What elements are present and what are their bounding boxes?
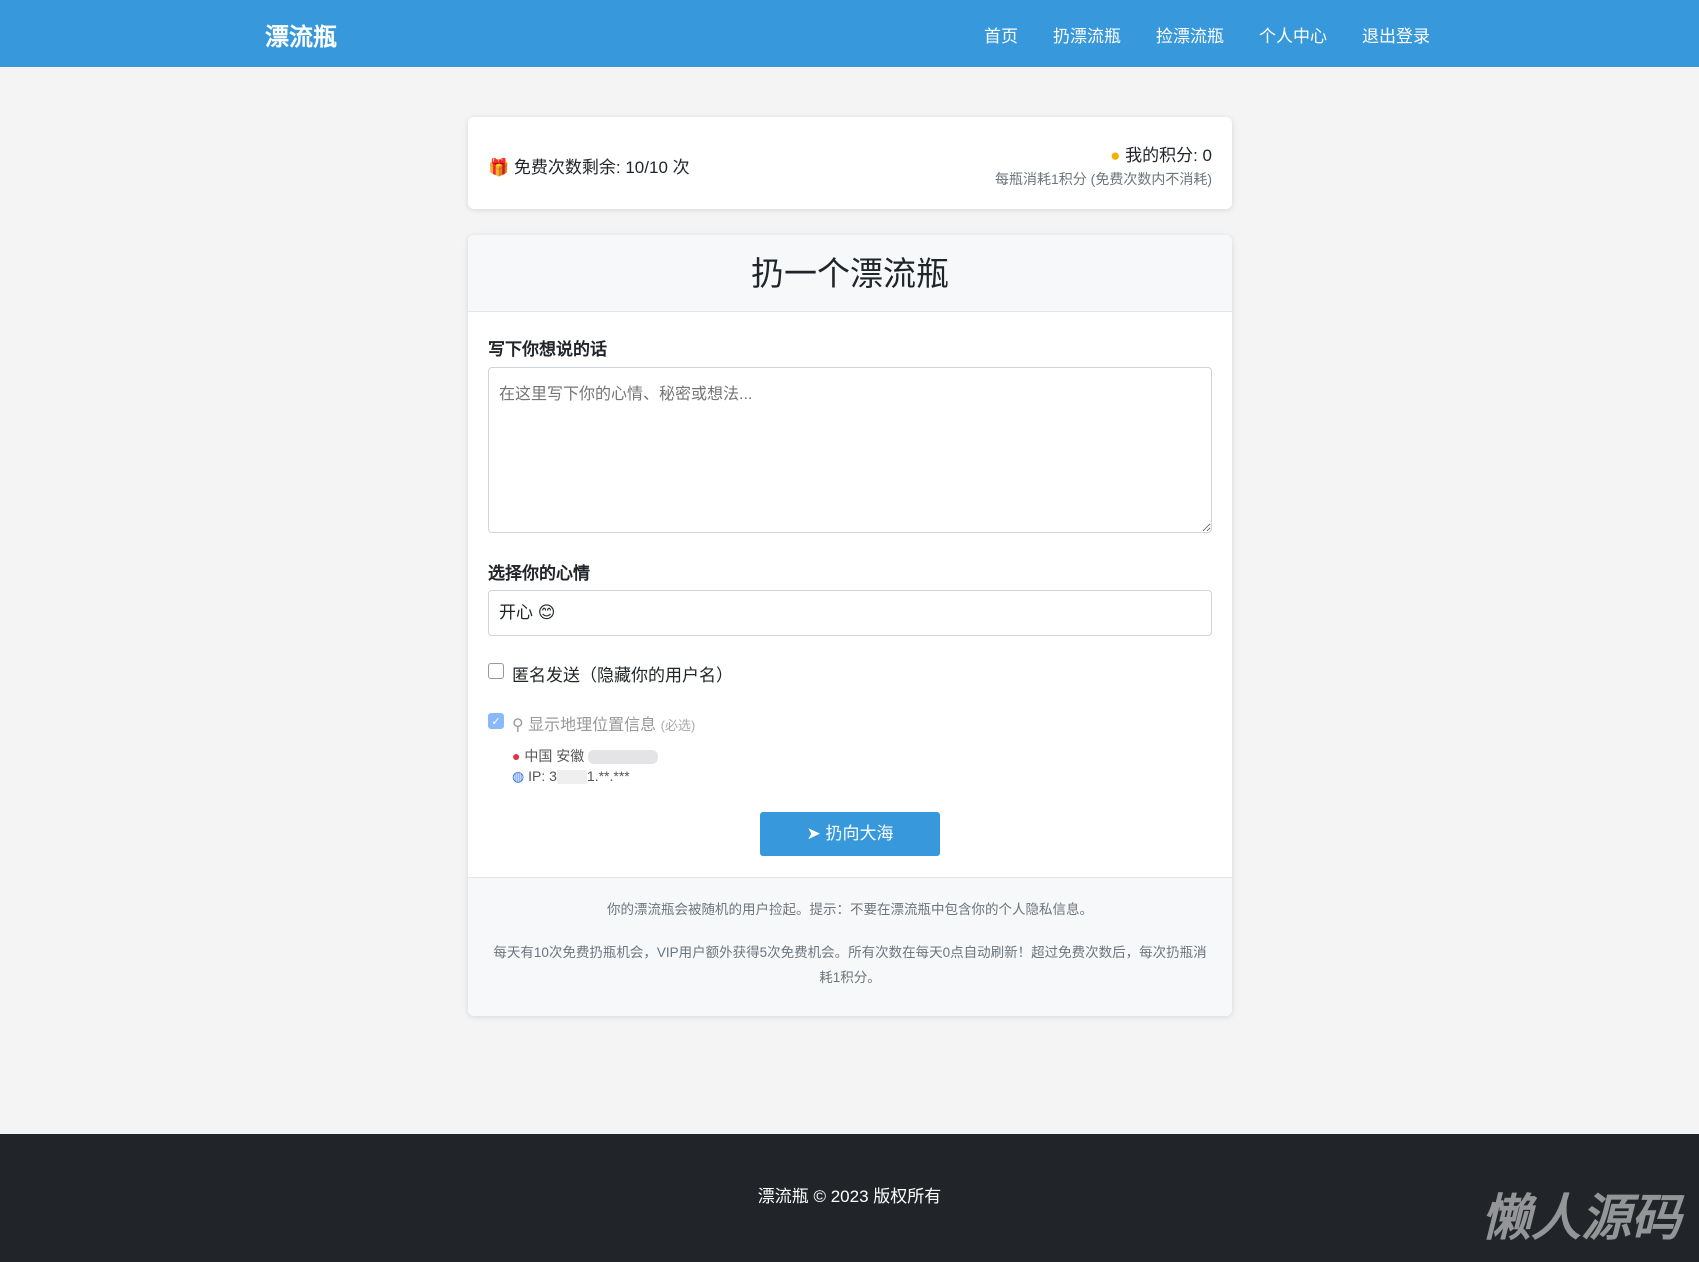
location-value: 中国 安徽 bbox=[524, 748, 585, 764]
location-label: 显示地理位置信息 bbox=[528, 717, 657, 734]
points-note: 每瓶消耗1积分 (免费次数内不消耗) bbox=[995, 171, 1212, 187]
throw-button-label: 扔向大海 bbox=[825, 824, 894, 843]
nav-pick[interactable]: 捡漂流瓶 bbox=[1156, 22, 1224, 47]
coins-icon: ● bbox=[1110, 146, 1121, 165]
copyright: 漂流瓶 © 2023 版权所有 bbox=[757, 1187, 942, 1206]
message-input[interactable] bbox=[488, 367, 1212, 533]
footer: 漂流瓶 © 2023 版权所有 bbox=[0, 1134, 1699, 1262]
brand-logo[interactable]: 漂流瓶 bbox=[265, 17, 337, 52]
points: 我的积分: 0 bbox=[1125, 146, 1212, 165]
ip-tail: 1.**.*** bbox=[586, 768, 630, 784]
globe-icon: ◍ bbox=[512, 768, 525, 784]
free-count: 免费次数剩余: 10/10 次 bbox=[513, 158, 690, 177]
tip-line-2: 每天有10次免费扔瓶机会，VIP用户额外获得5次免费机会。所有次数在每天0点自动… bbox=[493, 945, 1207, 985]
mood-label: 选择你的心情 bbox=[488, 564, 590, 583]
anonymous-label[interactable]: 匿名发送（隐藏你的用户名） bbox=[512, 661, 733, 686]
watermark: 懒人源码 bbox=[1481, 1190, 1681, 1246]
message-label: 写下你想说的话 bbox=[488, 340, 607, 359]
throw-button[interactable]: ➤ 扔向大海 bbox=[760, 812, 940, 856]
map-marker-icon: ⚲ bbox=[512, 717, 524, 734]
status-card: 🎁 免费次数剩余: 10/10 次 ● 我的积分: 0 每瓶消耗1积分 (免费次… bbox=[468, 117, 1232, 209]
paper-plane-icon: ➤ bbox=[806, 824, 821, 843]
form-title: 扔一个漂流瓶 bbox=[468, 235, 1232, 312]
gift-icon: 🎁 bbox=[488, 158, 510, 177]
throw-form-card: 扔一个漂流瓶 写下你想说的话 选择你的心情 开心 😊 匿名发送（隐藏你的用户名）… bbox=[468, 235, 1232, 1016]
tips-section: 你的漂流瓶会被随机的用户捡起。提示：不要在漂流瓶中包含你的个人隐私信息。 每天有… bbox=[468, 877, 1232, 1016]
tip-line-1: 你的漂流瓶会被随机的用户捡起。提示：不要在漂流瓶中包含你的个人隐私信息。 bbox=[607, 902, 1093, 917]
ip-value: IP: 3 bbox=[528, 768, 557, 784]
nav-profile[interactable]: 个人中心 bbox=[1259, 22, 1327, 47]
nav-throw[interactable]: 扔漂流瓶 bbox=[1053, 22, 1121, 47]
mood-select[interactable]: 开心 😊 bbox=[488, 590, 1212, 636]
nav-home[interactable]: 首页 bbox=[984, 22, 1018, 47]
nav-logout[interactable]: 退出登录 bbox=[1362, 22, 1430, 47]
location-checkbox[interactable]: ✓ bbox=[488, 713, 504, 729]
anonymous-checkbox[interactable] bbox=[488, 663, 504, 679]
location-pin-icon: ● bbox=[512, 748, 521, 764]
navbar: 漂流瓶 首页 扔漂流瓶 捡漂流瓶 个人中心 退出登录 bbox=[0, 0, 1699, 67]
location-required: (必选) bbox=[660, 718, 696, 733]
